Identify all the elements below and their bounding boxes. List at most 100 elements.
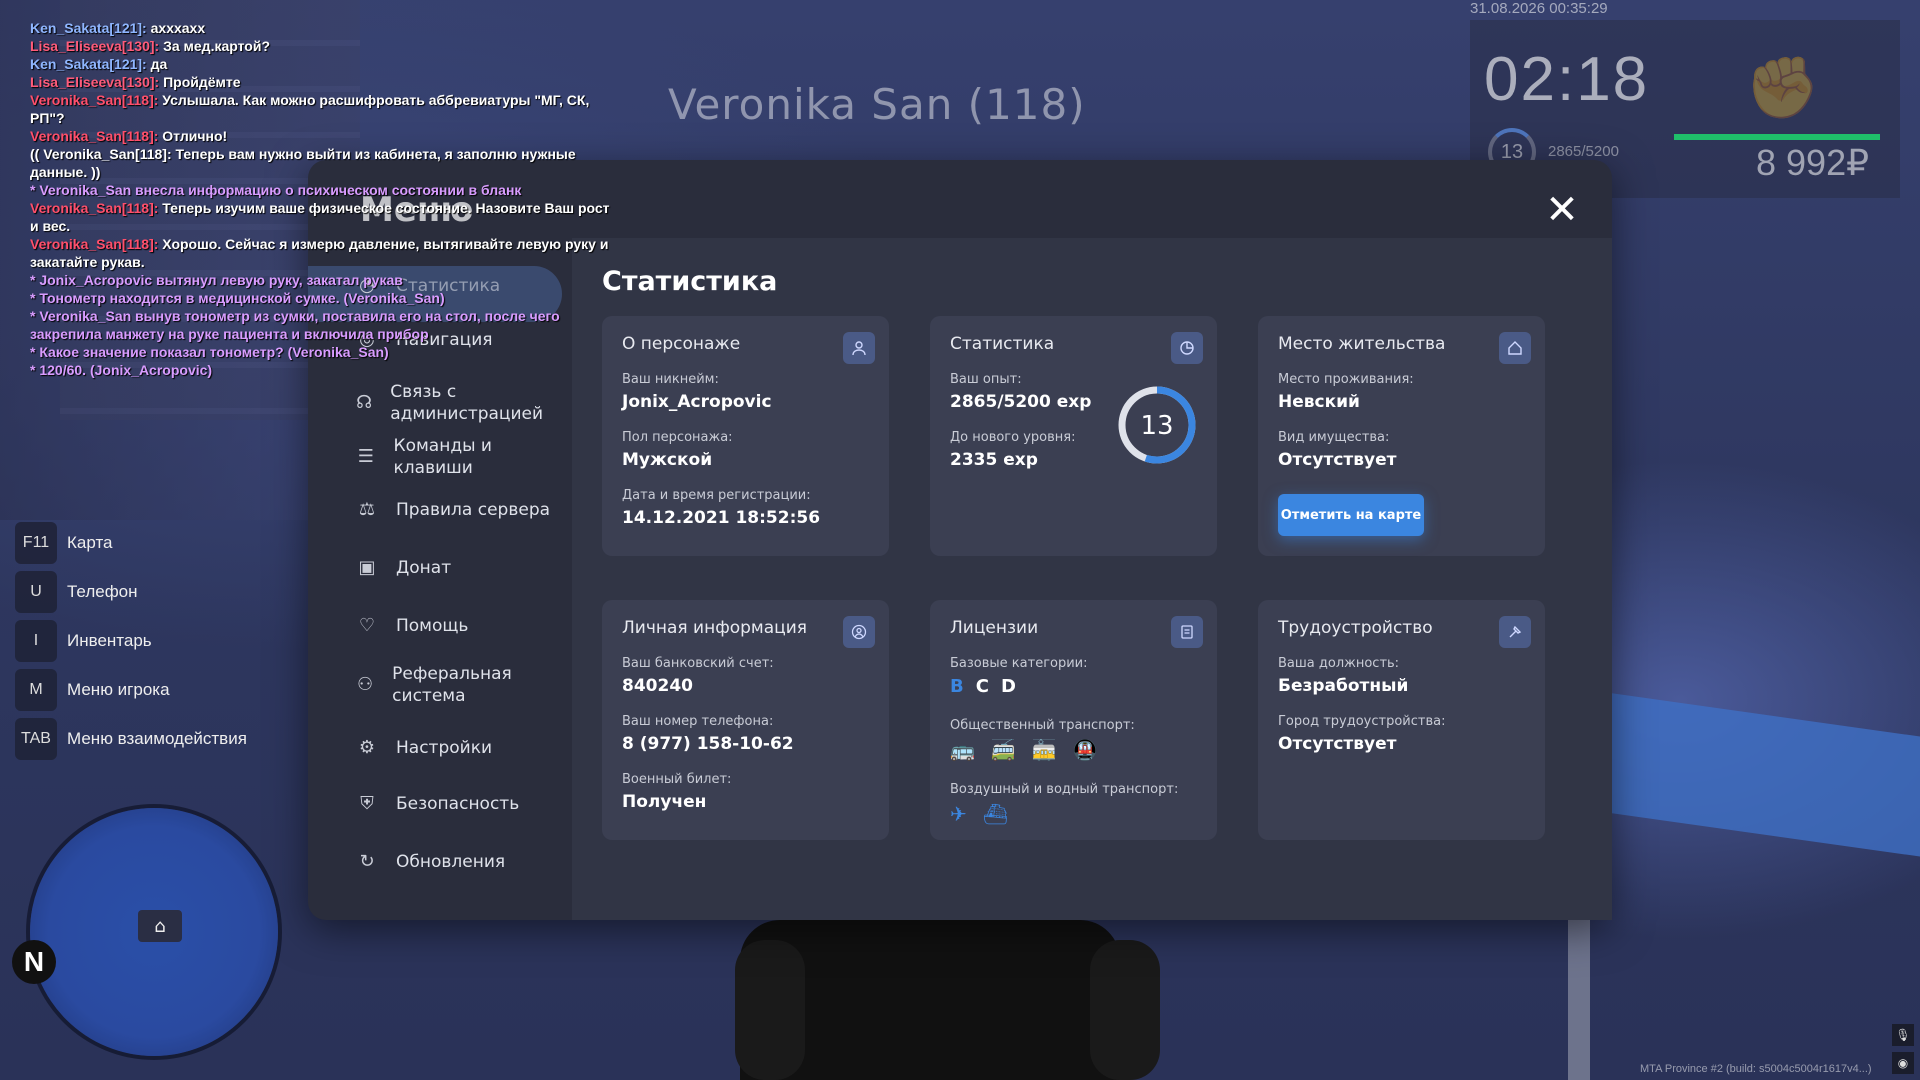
place-label: Место проживания: (1278, 372, 1414, 387)
close-icon[interactable]: ✕ (1540, 188, 1584, 232)
voice-indicator-icon: ◉ (1892, 1052, 1914, 1074)
chat-sender: Veronika_San[118]: (30, 128, 159, 144)
hud-money: 8 992₽ (1756, 142, 1869, 183)
chat-log: Ken_Sakata[121]: ахххахх Lisa_Eliseeva[13… (30, 19, 610, 379)
nav-item-9[interactable]: ⚙ Настройки (356, 737, 556, 759)
keybind-label: Меню взаимодействия (67, 728, 247, 748)
property-value: Отсутствует (1278, 450, 1397, 470)
position-label: Ваша должность: (1278, 656, 1400, 671)
chat-message: За мед.картой? (163, 38, 271, 54)
chat-sender: Ken_Sakata[121]: (30, 56, 147, 72)
license-category-d: D (1000, 676, 1016, 697)
chat-line: Veronika_San[118]: Отлично! (30, 127, 610, 145)
reg-label: Дата и время регистрации: (622, 488, 811, 503)
hud-date: 31.08.2026 00:35:29 (1470, 0, 1608, 17)
public-transport-label: Общественный транспорт: (950, 718, 1135, 733)
player-arm-right (1090, 940, 1160, 1080)
headset-icon: ☊ (356, 392, 373, 413)
keybind-label: Карта (67, 532, 113, 552)
keybind-row: TAB Меню взаимодействия (15, 714, 247, 763)
nav-item-7[interactable]: ♡ Помощь (356, 615, 556, 637)
chat-line: (( Veronika_San[118]: Теперь вам нужно в… (30, 145, 610, 181)
keybind-row: M Меню игрока (15, 665, 247, 714)
military-label: Военный билет: (622, 772, 732, 787)
nav-item-8[interactable]: ⚇ Реферальная система (356, 663, 556, 707)
microphone-icon: 🎙 (1892, 1024, 1914, 1046)
keybind-key: F11 (15, 521, 57, 564)
card-title: Статистика (950, 334, 1055, 354)
chat-line: Veronika_San[118]: Хорошо. Сейчас я изме… (30, 235, 610, 271)
nav-item-5[interactable]: ⚖ Правила сервера (356, 499, 556, 521)
referral-icon: ⚇ (357, 674, 374, 695)
base-categories-label: Базовые категории: (950, 656, 1088, 671)
card-character: О персонаже Ваш никнейм: Jonix_Acropovic… (602, 316, 889, 556)
keybind-key: M (15, 668, 57, 711)
next-level-value: 2335 exp (950, 450, 1038, 470)
level-number: 13 (1140, 411, 1173, 441)
trolleybus-icon: 🚎 (990, 738, 1016, 762)
pie-chart-icon (1171, 332, 1203, 364)
build-info: MTA Province #2 (build: s5004c5004r1617v… (1640, 1063, 1872, 1075)
chat-line: Ken_Sakata[121]: ахххахх (30, 19, 610, 37)
house-icon (1499, 332, 1531, 364)
chat-line: Lisa_Eliseeva[130]: За мед.картой? (30, 37, 610, 55)
chat-sender: Ken_Sakata[121]: (30, 20, 147, 36)
card-job: Трудоустройство Ваша должность: Безработ… (1258, 600, 1545, 840)
chat-message: * Veronika_San внесла информацию о психи… (30, 182, 522, 198)
nav-item-3[interactable]: ☊ Связь с администрацией (356, 381, 556, 425)
chat-line: Lisa_Eliseeva[130]: Пройдёмте (30, 73, 610, 91)
content-title: Статистика (602, 266, 778, 297)
nav-item-11[interactable]: ↻ Обновления (356, 851, 556, 873)
chat-line: Ken_Sakata[121]: да (30, 55, 610, 73)
plane-icon: ✈ (950, 802, 967, 826)
gear-icon: ⚙ (358, 737, 376, 758)
chat-sender: Lisa_Eliseeva[130]: (30, 74, 160, 90)
exp-label: Ваш опыт: (950, 372, 1022, 387)
refresh-icon: ↻ (359, 851, 375, 872)
scales-icon: ⚖ (358, 499, 376, 520)
reg-value: 14.12.2021 18:52:56 (622, 508, 821, 528)
nav-item-10[interactable]: ⛨ Безопасность (356, 793, 556, 815)
card-title: Личная информация (622, 618, 808, 638)
nav-label: Связь с администрацией (390, 382, 544, 424)
chat-line: * Veronika_San внесла информацию о психи… (30, 181, 610, 199)
license-icon (1171, 616, 1203, 648)
nav-label: Реферальная система (392, 664, 512, 706)
id-badge-icon (843, 616, 875, 648)
keybind-key: TAB (15, 717, 57, 760)
job-city-label: Город трудоустройства: (1278, 714, 1446, 729)
chat-sender: Lisa_Eliseeva[130]: (30, 38, 160, 54)
nav-label: Обновления (396, 852, 506, 872)
player-nameplate: Veronika San (118) (668, 80, 1086, 129)
chat-line: * Veronika_San вынув тонометр из сумки, … (30, 307, 610, 343)
keybind-hints: F11 Карта U Телефон I Инвентарь M Меню игрока TA… (15, 518, 247, 763)
chat-line: * Тонометр находится в медицинской сумке… (30, 289, 610, 307)
property-label: Вид имущества: (1278, 430, 1390, 445)
air-water-transport-icons: ✈ ⛴ (950, 802, 1008, 826)
mark-on-map-button[interactable]: Отметить на карте (1278, 494, 1424, 536)
nav-label: Донат (396, 558, 452, 578)
health-bar-fill (1674, 134, 1880, 140)
position-value: Безработный (1278, 676, 1409, 696)
boat-icon: ⛴ (982, 802, 1009, 826)
hud-exp: 2865/5200 (1548, 143, 1619, 160)
card-licenses: Лицензии Базовые категории: B C D Общест… (930, 600, 1217, 840)
card-title: Трудоустройство (1278, 618, 1433, 638)
chat-line: * Какое значение показал тонометр? (Vero… (30, 343, 610, 361)
player-arm-left (735, 940, 805, 1080)
keybind-label: Инвентарь (67, 630, 152, 650)
card-residence: Место жительства Место проживания: Невск… (1258, 316, 1545, 556)
hud-time: 02:18 (1484, 45, 1650, 114)
license-category-c: C (975, 676, 989, 697)
chat-message: * Jonix_Acropovic вытянул левую руку, за… (30, 272, 403, 288)
gender-label: Пол персонажа: (622, 430, 733, 445)
nav-item-4[interactable]: ☰ Команды и клавиши (356, 435, 556, 479)
place-value: Невский (1278, 392, 1360, 412)
exp-value: 2865/5200 exp (950, 392, 1092, 412)
nav-item-6[interactable]: ▣ Донат (356, 557, 556, 579)
bank-label: Ваш банковский счет: (622, 656, 774, 671)
chat-line: * 120/60. (Jonix_Acropovic) (30, 361, 610, 379)
keybind-row: I Инвентарь (15, 616, 247, 665)
chat-message: Пройдёмте (163, 74, 241, 90)
bus-icon: 🚌 (950, 738, 975, 762)
